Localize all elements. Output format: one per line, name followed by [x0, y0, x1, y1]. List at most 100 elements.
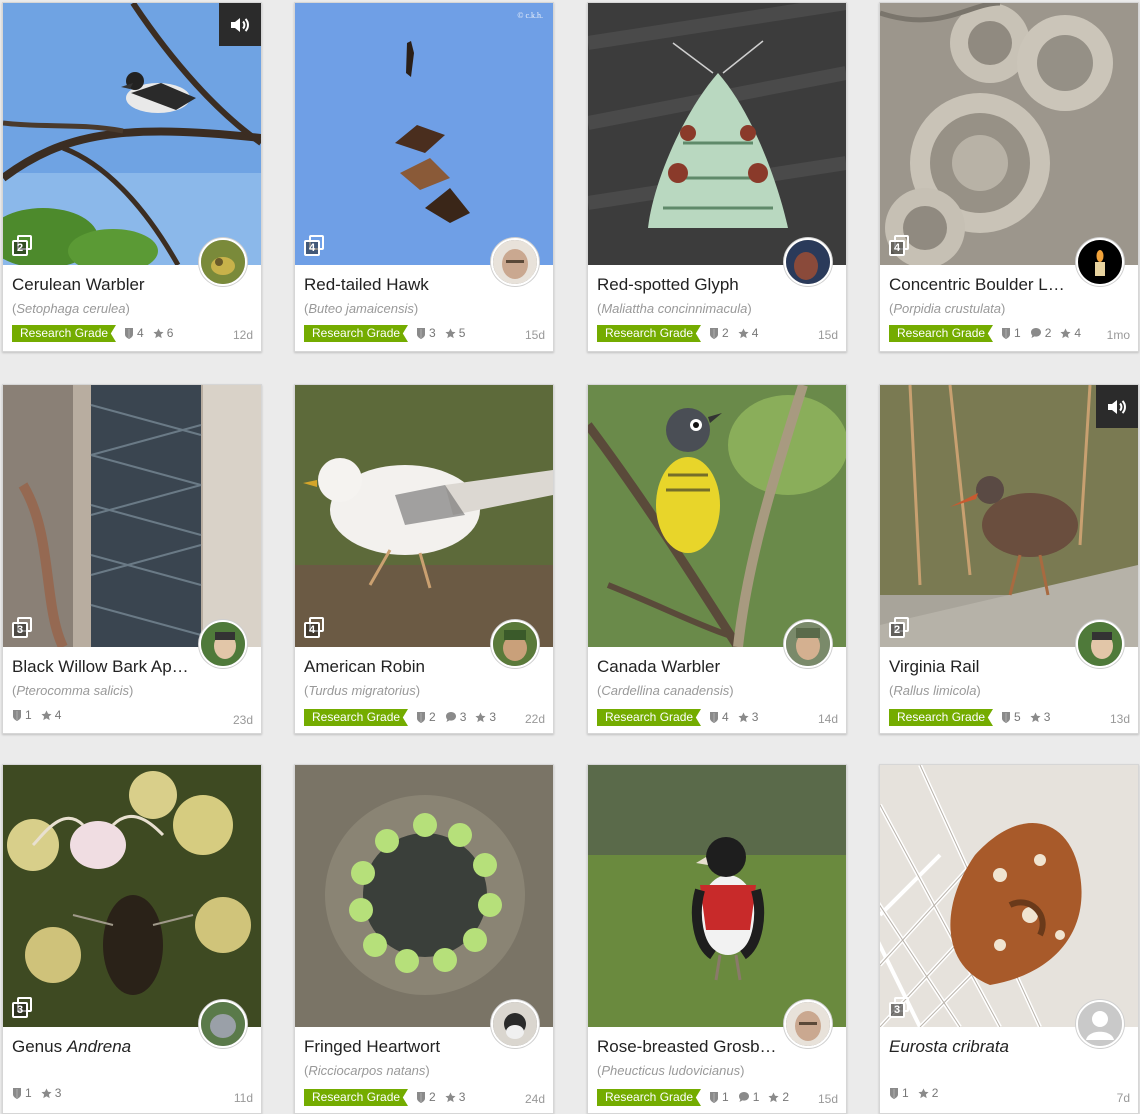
id-shield-icon — [709, 711, 719, 723]
common-name[interactable]: Concentric Boulder Lic... — [889, 275, 1067, 295]
common-name[interactable]: Eurosta cribrata — [889, 1037, 1067, 1057]
observation-age: 7d — [1116, 1091, 1130, 1105]
observation-card[interactable]: 4 Concentric Boulder Lic... (Porpidia cr… — [879, 2, 1139, 352]
observation-photo[interactable]: 3 — [3, 385, 261, 647]
fave-count: 6 — [166, 326, 174, 340]
fave-count: 2 — [782, 1090, 790, 1104]
observation-card[interactable]: Canada Warbler (Cardellina canadensis) R… — [587, 384, 847, 734]
id-shield-icon — [416, 711, 426, 723]
id-shield-icon — [1001, 327, 1011, 339]
research-grade-badge: Research Grade — [889, 709, 993, 726]
user-avatar[interactable] — [784, 238, 832, 286]
user-avatar[interactable] — [491, 1000, 539, 1048]
fave-count: 3 — [54, 1086, 62, 1100]
observation-age: 23d — [232, 713, 253, 727]
research-grade-badge: Research Grade — [597, 709, 701, 726]
id-shield-icon — [124, 327, 134, 339]
user-avatar[interactable] — [199, 1000, 247, 1048]
id-shield-icon — [709, 327, 719, 339]
fave-count: 4 — [1074, 326, 1082, 340]
photo-stack-icon: 3 — [12, 997, 34, 1019]
observation-card[interactable]: Rose-breasted Grosbeak (Pheucticus ludov… — [587, 764, 847, 1114]
user-avatar[interactable] — [1076, 238, 1124, 286]
common-name[interactable]: Cerulean Warbler — [12, 275, 190, 295]
scientific-name: (Pterocomma salicis) — [12, 683, 134, 698]
user-avatar[interactable] — [784, 620, 832, 668]
observation-card[interactable]: 2 Virginia Rail (Rallus limicola) Resear… — [879, 384, 1139, 734]
star-icon — [768, 1092, 779, 1103]
identification-count: 1 — [25, 708, 32, 722]
observation-photo[interactable]: 4 — [295, 385, 553, 647]
user-avatar[interactable] — [784, 1000, 832, 1048]
common-name[interactable]: Black Willow Bark Aphid — [12, 657, 190, 677]
photo-stack-icon: 4 — [304, 617, 326, 639]
identification-count: 2 — [429, 710, 436, 724]
comment-count: 1 — [752, 1090, 760, 1104]
scientific-name: (Pheucticus ludovicianus) — [597, 1063, 745, 1078]
identification-count: 1 — [25, 1086, 32, 1100]
photo-stack-icon: 3 — [12, 617, 34, 639]
user-avatar[interactable] — [199, 238, 247, 286]
star-icon — [738, 328, 749, 339]
common-name[interactable]: Fringed Heartwort — [304, 1037, 482, 1057]
observation-age: 13d — [1109, 712, 1130, 726]
identification-count: 2 — [722, 326, 729, 340]
observation-photo[interactable]: 4 — [880, 3, 1138, 265]
observation-age: 14d — [817, 712, 838, 726]
observation-card[interactable]: 4 American Robin (Turdus migratorius) Re… — [294, 384, 554, 734]
comment-bubble-icon — [738, 1091, 750, 1103]
common-name[interactable]: Red-tailed Hawk — [304, 275, 482, 295]
scientific-name: (Maliattha concinnimacula) — [597, 301, 752, 316]
photo-stack-icon: 2 — [889, 617, 911, 639]
observation-photo[interactable] — [588, 385, 846, 647]
observation-photo[interactable] — [295, 765, 553, 1027]
observation-photo[interactable]: 2 — [3, 3, 261, 265]
observation-photo[interactable]: 3 — [880, 765, 1138, 1027]
star-icon — [1060, 328, 1071, 339]
id-shield-icon — [416, 327, 426, 339]
common-name[interactable]: Red-spotted Glyph — [597, 275, 775, 295]
user-avatar[interactable] — [199, 620, 247, 668]
common-name[interactable]: Rose-breasted Grosbeak — [597, 1037, 777, 1057]
common-name[interactable]: Canada Warbler — [597, 657, 775, 677]
star-icon — [475, 712, 486, 723]
observation-photo[interactable] — [588, 3, 846, 265]
observation-age: 15d — [817, 328, 838, 342]
id-shield-icon — [889, 1087, 899, 1099]
identification-count: 2 — [429, 1090, 436, 1104]
star-icon — [1030, 712, 1041, 723]
default-avatar-icon[interactable] — [1076, 1000, 1124, 1048]
identification-count: 1 — [902, 1086, 909, 1100]
comment-bubble-icon — [445, 711, 457, 723]
id-shield-icon — [1001, 711, 1011, 723]
observation-photo[interactable]: 3 — [3, 765, 261, 1027]
observation-photo[interactable]: © c.k.h. 4 — [295, 3, 553, 265]
scientific-name: (Buteo jamaicensis) — [304, 301, 419, 316]
observation-card[interactable]: Fringed Heartwort (Ricciocarpos natans) … — [294, 764, 554, 1114]
user-avatar[interactable] — [491, 620, 539, 668]
research-grade-badge: Research Grade — [304, 709, 408, 726]
user-avatar[interactable] — [491, 238, 539, 286]
research-grade-badge: Research Grade — [597, 1089, 701, 1106]
observation-card[interactable]: © c.k.h. 4 Red-tailed Hawk (Buteo jamaic… — [294, 2, 554, 352]
photo-stack-icon: 3 — [889, 997, 911, 1019]
observation-card[interactable]: 2 Cerulean Warbler (Setophaga cerulea) R… — [2, 2, 262, 352]
user-avatar[interactable] — [1076, 620, 1124, 668]
research-grade-badge: Research Grade — [304, 325, 408, 342]
observation-age: 11d — [233, 1091, 253, 1105]
observation-card[interactable]: 3 Black Willow Bark Aphid (Pterocomma sa… — [2, 384, 262, 734]
observation-card[interactable]: Red-spotted Glyph (Maliattha concinnimac… — [587, 2, 847, 352]
scientific-name: (Setophaga cerulea) — [12, 301, 130, 316]
observation-photo[interactable] — [588, 765, 846, 1027]
star-icon — [738, 712, 749, 723]
common-name[interactable]: Genus Andrena — [12, 1037, 190, 1057]
observation-card[interactable]: 3 Eurosta cribrata 1 2 7d — [879, 764, 1139, 1114]
sound-icon[interactable] — [219, 3, 261, 46]
observation-photo[interactable]: 2 — [880, 385, 1138, 647]
research-grade-badge: Research Grade — [12, 325, 116, 342]
fave-count: 4 — [751, 326, 759, 340]
common-name[interactable]: Virginia Rail — [889, 657, 1067, 677]
sound-icon[interactable] — [1096, 385, 1138, 428]
observation-card[interactable]: 3 Genus Andrena 1 3 11d — [2, 764, 262, 1114]
common-name[interactable]: American Robin — [304, 657, 482, 677]
